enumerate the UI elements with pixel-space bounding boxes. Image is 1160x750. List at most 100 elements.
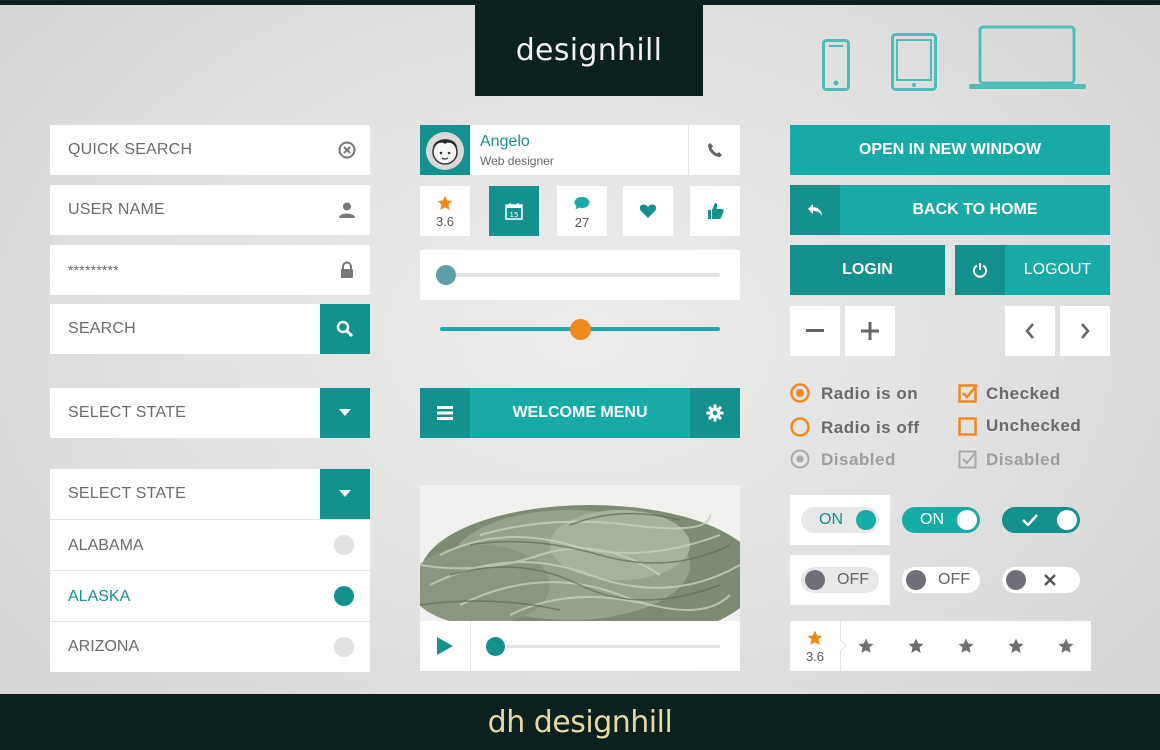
- user-icon: [339, 202, 355, 218]
- toggle-knob: [1006, 570, 1026, 590]
- welcome-menu-label: WELCOME MENU: [512, 404, 648, 421]
- toggle-off-label: OFF: [837, 571, 869, 588]
- chevron-down-icon: [339, 409, 351, 416]
- plus-icon: [861, 322, 879, 340]
- rating-value: 3.6: [435, 214, 455, 229]
- star-icon[interactable]: [1058, 638, 1074, 654]
- radio-dot-selected: [334, 586, 354, 606]
- radio-off[interactable]: Radio is off: [790, 417, 940, 437]
- list-item[interactable]: ALASKA: [50, 570, 370, 622]
- login-button[interactable]: LOGIN: [790, 245, 945, 295]
- option-alaska: ALASKA: [68, 587, 131, 605]
- list-item[interactable]: ARIZONA: [50, 621, 370, 672]
- checkbox-checked-label: Checked: [986, 384, 1061, 403]
- star-icon[interactable]: [958, 638, 974, 654]
- video-frame[interactable]: [420, 485, 740, 621]
- checkbox-unchecked[interactable]: Unchecked: [958, 416, 1098, 436]
- toggle-on-light[interactable]: ON: [801, 507, 879, 533]
- laptop-icon: [969, 25, 1086, 89]
- toggle-off-x[interactable]: [1002, 567, 1080, 593]
- power-button[interactable]: [955, 245, 1005, 295]
- radio-off-label: Radio is off: [821, 418, 920, 437]
- search-input[interactable]: SEARCH: [50, 304, 320, 354]
- checkbox-unchecked-icon: [958, 417, 977, 436]
- search-placeholder: SEARCH: [68, 320, 136, 337]
- logout-button[interactable]: LOGOUT: [1005, 245, 1110, 295]
- back-arrow-button[interactable]: [790, 185, 840, 235]
- footer: dh designhill: [0, 694, 1160, 750]
- slider-handle[interactable]: [436, 265, 456, 285]
- menu-button[interactable]: [420, 388, 470, 438]
- minus-button[interactable]: [790, 306, 840, 356]
- play-button[interactable]: [420, 621, 470, 671]
- star-icon[interactable]: [858, 638, 874, 654]
- reply-arrow-icon: [808, 204, 822, 216]
- back-to-home-label: BACK TO HOME: [912, 201, 1038, 218]
- star-icon: [437, 195, 453, 210]
- next-button[interactable]: [1060, 306, 1110, 356]
- toggle-off-light[interactable]: OFF: [801, 567, 879, 593]
- rating-button[interactable]: 3.6: [420, 186, 470, 236]
- quick-search-input[interactable]: QUICK SEARCH: [50, 125, 370, 175]
- checkbox-checked-icon: [958, 384, 978, 403]
- radio-disabled-icon: [790, 449, 810, 469]
- calendar-icon: 15: [505, 203, 523, 220]
- checkbox-disabled: Disabled: [958, 449, 1098, 469]
- checkbox-disabled-icon: [958, 450, 977, 469]
- star-icon[interactable]: [1008, 638, 1024, 654]
- video-image: [420, 485, 740, 621]
- search-button[interactable]: [320, 304, 370, 354]
- video-progress-track[interactable]: [494, 645, 720, 648]
- profile-card: Angelo Web designer: [420, 125, 740, 175]
- radio-disabled-label: Disabled: [821, 450, 896, 469]
- toggle-knob: [1057, 510, 1077, 530]
- toggle-on-teal[interactable]: ON: [902, 507, 980, 533]
- toggle-off-white[interactable]: OFF: [902, 567, 980, 593]
- plus-button[interactable]: [845, 306, 895, 356]
- slider-track[interactable]: [446, 273, 720, 277]
- video-controls: [420, 621, 740, 671]
- comments-button[interactable]: 27: [557, 186, 607, 236]
- clear-icon[interactable]: [338, 141, 356, 159]
- dropdown-toggle-button[interactable]: [320, 388, 370, 438]
- slider-handle-2[interactable]: [570, 319, 591, 340]
- heart-icon: [639, 204, 657, 218]
- search-icon: [336, 320, 354, 338]
- logo: designhill: [475, 5, 703, 96]
- star-icon[interactable]: [908, 638, 924, 654]
- thumbs-up-button[interactable]: [690, 186, 740, 236]
- dropdown-toggle-button[interactable]: [320, 469, 370, 519]
- toggle-card: ON: [790, 495, 890, 545]
- gear-icon: [706, 404, 724, 422]
- previous-button[interactable]: [1005, 306, 1055, 356]
- profile-name: Angelo: [480, 133, 530, 150]
- call-button[interactable]: [690, 125, 740, 175]
- phone-icon: [822, 39, 850, 91]
- hamburger-icon: [437, 406, 453, 420]
- option-alabama: ALABAMA: [68, 536, 144, 554]
- toggle-on-check[interactable]: [1002, 507, 1080, 533]
- select-state-dropdown-open[interactable]: SELECT STATE: [50, 469, 320, 519]
- toggle-knob: [957, 510, 977, 530]
- video-progress-handle[interactable]: [486, 637, 505, 656]
- radio-on[interactable]: Radio is on: [790, 383, 940, 403]
- calendar-day: 15: [510, 211, 519, 219]
- list-item[interactable]: ALABAMA: [50, 519, 370, 571]
- like-button[interactable]: [623, 186, 673, 236]
- checkbox-checked[interactable]: Checked: [958, 383, 1098, 403]
- comments-count: 27: [574, 215, 590, 230]
- settings-button[interactable]: [690, 388, 740, 438]
- select-state-dropdown[interactable]: SELECT STATE: [50, 388, 320, 438]
- calendar-button[interactable]: 15: [489, 186, 539, 236]
- back-to-home-button[interactable]: BACK TO HOME: [840, 185, 1110, 235]
- username-field[interactable]: USER NAME: [50, 185, 370, 235]
- thumbs-up-icon: [707, 203, 724, 219]
- chevron-right-icon: [1081, 323, 1090, 339]
- radio-on-icon: [790, 383, 810, 403]
- password-field[interactable]: *********: [50, 245, 370, 295]
- radio-dot: [334, 535, 354, 555]
- welcome-menu-button[interactable]: WELCOME MENU: [470, 388, 690, 438]
- tablet-icon: [891, 33, 937, 91]
- checkbox-unchecked-label: Unchecked: [986, 416, 1082, 435]
- open-new-window-button[interactable]: OPEN IN NEW WINDOW: [790, 125, 1110, 175]
